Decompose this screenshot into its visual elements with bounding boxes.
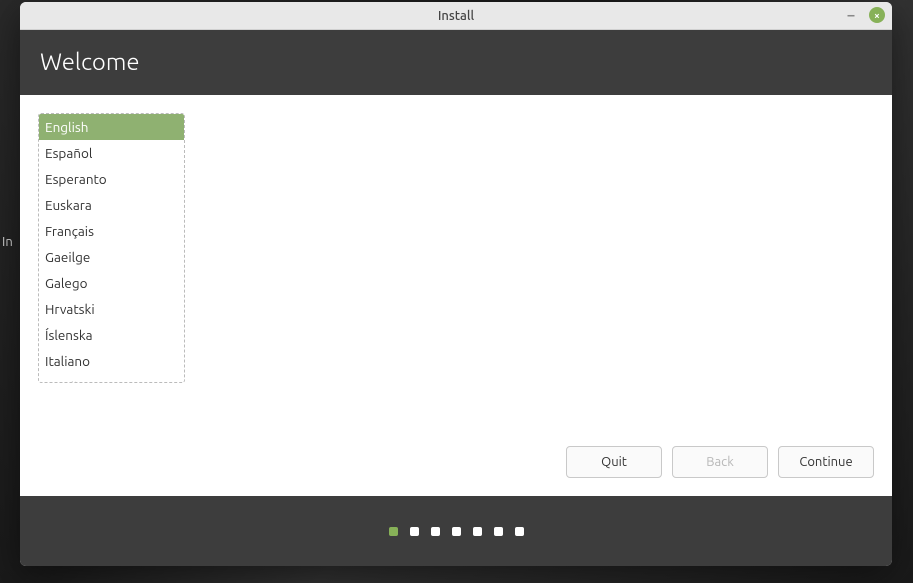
language-item[interactable]: Italiano xyxy=(39,348,184,374)
continue-button-label: Continue xyxy=(799,455,852,469)
back-button-label: Back xyxy=(706,455,734,469)
back-button[interactable]: Back xyxy=(672,446,768,478)
language-item[interactable]: Hrvatski xyxy=(39,296,184,322)
progress-dots xyxy=(20,496,892,566)
language-item[interactable]: Euskara xyxy=(39,192,184,218)
language-item[interactable]: Español xyxy=(39,140,184,166)
quit-button[interactable]: Quit xyxy=(566,446,662,478)
continue-button[interactable]: Continue xyxy=(778,446,874,478)
language-item[interactable]: Galego xyxy=(39,270,184,296)
quit-button-label: Quit xyxy=(601,455,627,469)
window-title: Install xyxy=(438,9,474,23)
language-item[interactable]: English xyxy=(39,114,184,140)
language-item[interactable]: Gaeilge xyxy=(39,244,184,270)
desktop-partial-text: In xyxy=(2,235,13,249)
button-row: Quit Back Continue xyxy=(566,446,874,478)
progress-dot xyxy=(389,527,398,536)
titlebar: Install – × xyxy=(20,2,892,30)
language-item[interactable]: Esperanto xyxy=(39,166,184,192)
window-controls: – × xyxy=(842,6,886,24)
language-list[interactable]: EnglishEspañolEsperantoEuskaraFrançaisGa… xyxy=(38,113,185,383)
page-title: Welcome xyxy=(40,48,872,75)
close-button[interactable]: × xyxy=(868,6,886,24)
progress-dot xyxy=(473,527,482,536)
progress-dot xyxy=(515,527,524,536)
minimize-button[interactable]: – xyxy=(842,6,860,24)
language-item[interactable]: Íslenska xyxy=(39,322,184,348)
minimize-icon: – xyxy=(848,8,855,22)
close-icon: × xyxy=(869,7,885,23)
progress-dot xyxy=(431,527,440,536)
language-item[interactable]: Français xyxy=(39,218,184,244)
language-scroll[interactable]: EnglishEspañolEsperantoEuskaraFrançaisGa… xyxy=(39,114,184,382)
content-area: EnglishEspañolEsperantoEuskaraFrançaisGa… xyxy=(20,95,892,496)
installer-window: Install – × Welcome EnglishEspañolEspera… xyxy=(20,2,892,566)
progress-dot xyxy=(452,527,461,536)
progress-dot xyxy=(494,527,503,536)
header: Welcome xyxy=(20,30,892,95)
progress-dot xyxy=(410,527,419,536)
language-item[interactable]: Kurdî xyxy=(39,374,184,382)
